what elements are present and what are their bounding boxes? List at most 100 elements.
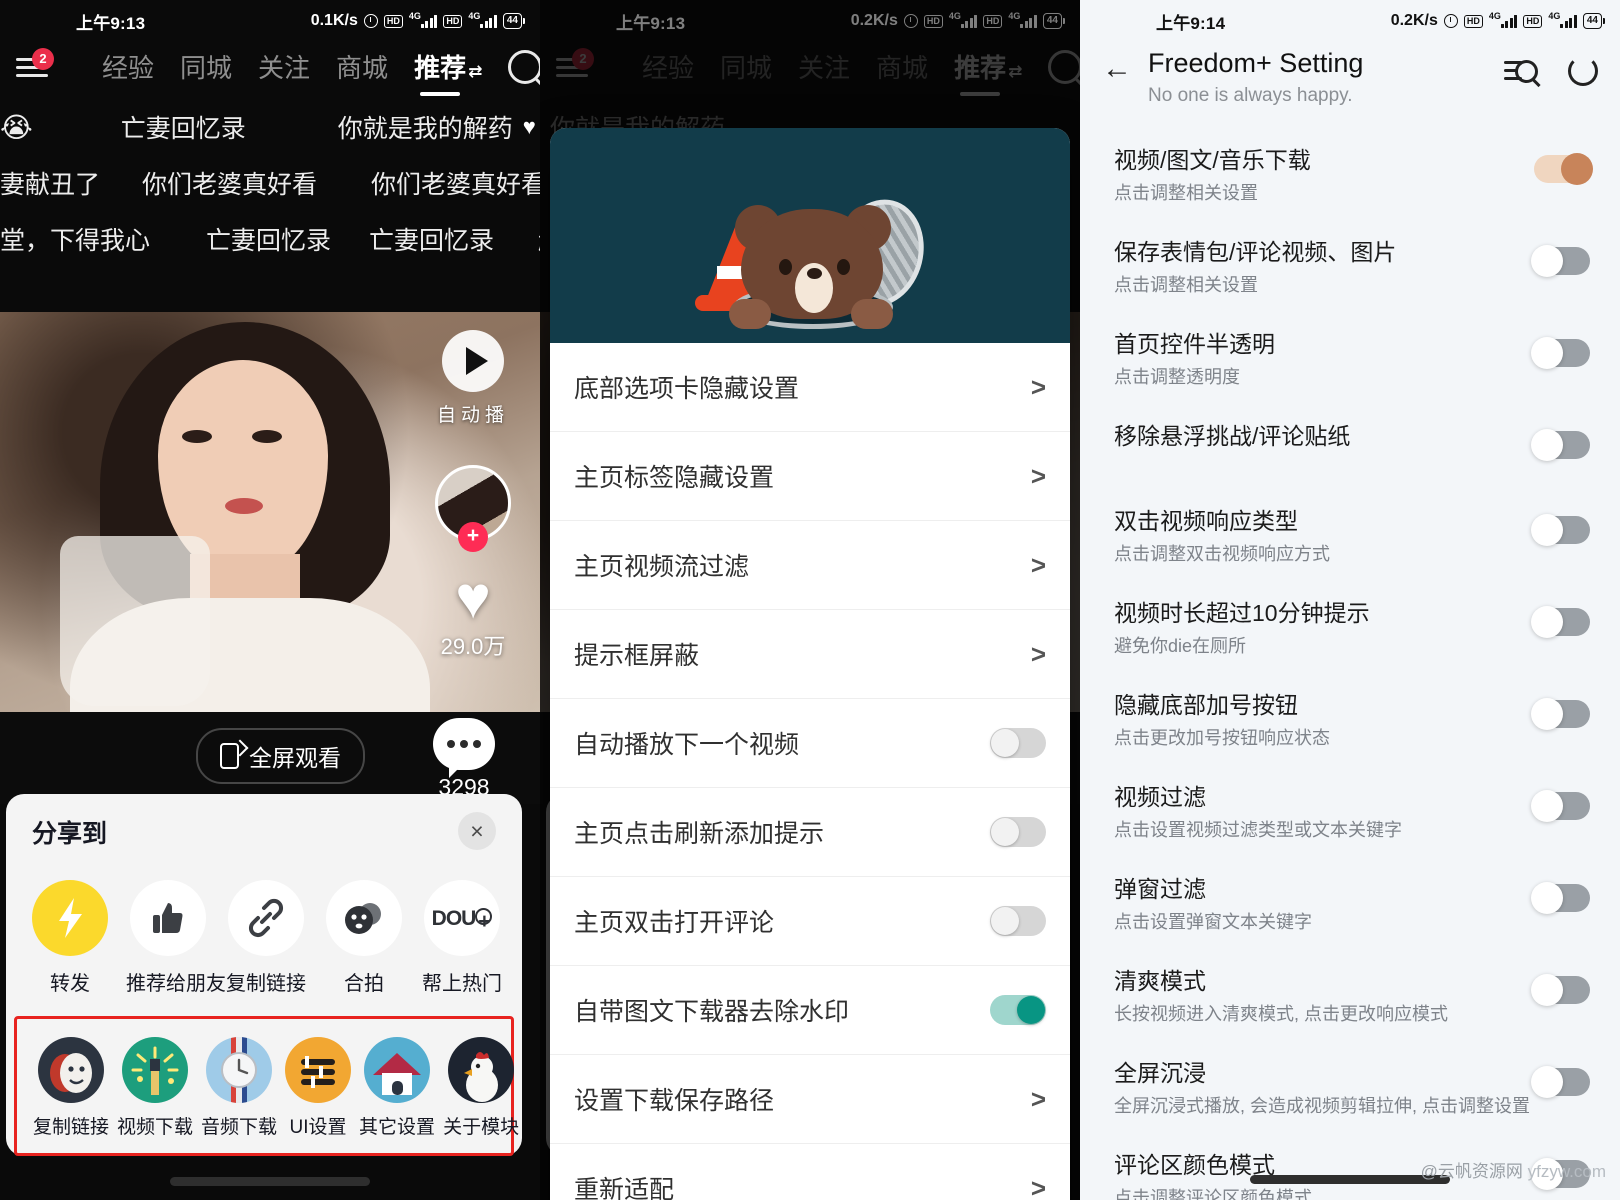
module-item-video-download[interactable]: 视频下载: [117, 1037, 193, 1139]
nav-tab-tongcheng[interactable]: 同城: [180, 48, 232, 85]
ticker-row: 妻献丑了 你们老婆真好看 你们老婆真好看🤩: [0, 155, 540, 211]
modal-row-readapt[interactable]: 重新适配 >: [550, 1144, 1070, 1200]
modal-row-label: 主页点击刷新添加提示: [574, 820, 825, 848]
menu-icon[interactable]: 2: [16, 47, 54, 80]
modal-row-feed-filter[interactable]: 主页视频流过滤 >: [550, 521, 1070, 610]
share-primary-row: 转发 推荐给朋友 复制链接 合拍 DOU + 帮上热门: [6, 850, 522, 1002]
play-icon[interactable]: [442, 330, 504, 392]
follow-plus-icon[interactable]: +: [458, 522, 488, 552]
share-sheet-title: 分享到: [32, 820, 108, 848]
ticker-text[interactable]: 你们老婆真好看: [142, 165, 317, 201]
setting-item-long-video-tip[interactable]: 视频时长超过10分钟提示 避免你die在厕所: [1080, 582, 1620, 674]
ticker-text[interactable]: 亡妻回忆录: [121, 109, 246, 145]
ticker-text[interactable]: 堂，下得我心: [0, 221, 150, 257]
modal-row-remove-watermark[interactable]: 自带图文下载器去除水印: [550, 966, 1070, 1055]
ticker-text[interactable]: 妻献丑了: [0, 165, 100, 201]
toggle-switch[interactable]: [1534, 153, 1593, 185]
comment-bubble-icon: [433, 718, 495, 778]
setting-item-home-translucent[interactable]: 首页控件半透明 点击调整透明度: [1080, 313, 1620, 405]
toggle-switch[interactable]: [1531, 606, 1590, 638]
ticker-text[interactable]: 亡妻回忆录: [206, 221, 331, 257]
toggle-switch[interactable]: [1531, 337, 1590, 369]
toggle-switch[interactable]: [990, 995, 1046, 1025]
refresh-icon[interactable]: [1568, 56, 1598, 86]
share-item-recommend[interactable]: 推荐给朋友: [126, 880, 226, 996]
toggle-switch[interactable]: [1531, 514, 1590, 546]
module-item-audio-download[interactable]: 音频下载: [201, 1037, 277, 1139]
ticker-text[interactable]: 你们老婆真好看🤩: [371, 165, 540, 201]
toggle-switch[interactable]: [1531, 698, 1590, 730]
nav-tab-tuijian[interactable]: 推荐⇄: [414, 48, 482, 96]
video-subject: [60, 322, 430, 712]
avatar[interactable]: +: [435, 465, 511, 552]
fullscreen-button[interactable]: 全屏观看: [196, 728, 365, 784]
status-bar-right: 上午9:14 0.2K/s HD 4G HD 4G 44: [1080, 0, 1620, 42]
module-item-other-settings[interactable]: 其它设置: [359, 1037, 435, 1139]
share-item-copy-link[interactable]: 复制链接: [224, 880, 308, 996]
toggle-switch[interactable]: [1531, 974, 1590, 1006]
modal-row-bottom-tabs[interactable]: 底部选项卡隐藏设置 >: [550, 343, 1070, 432]
search-icon[interactable]: [508, 49, 540, 84]
toggle-switch[interactable]: [990, 817, 1046, 847]
comment-button[interactable]: 3298: [416, 718, 512, 801]
toggle-switch[interactable]: [990, 728, 1046, 758]
setting-label: 视频/图文/音乐下载: [1114, 147, 1311, 173]
setting-item-save-emoji[interactable]: 保存表情包/评论视频、图片 点击调整相关设置: [1080, 221, 1620, 313]
setting-desc: 长按视频进入清爽模式, 点击更改响应模式: [1114, 1004, 1449, 1024]
back-arrow-icon[interactable]: ←: [1102, 46, 1142, 92]
toggle-switch[interactable]: [1531, 882, 1590, 914]
status-time: 上午9:14: [1156, 13, 1226, 33]
hd-icon-1: HD: [383, 14, 403, 28]
ticker-text[interactable]: 亡妻回忆录: [369, 221, 494, 257]
toggle-switch[interactable]: [1531, 245, 1590, 277]
like-heart-icon[interactable]: ♥: [420, 567, 526, 629]
video-bottom-bar: 全屏观看 3298: [0, 712, 540, 804]
toggle-switch[interactable]: [1531, 790, 1590, 822]
module-item-about[interactable]: 关于模块: [443, 1037, 519, 1139]
search-list-icon[interactable]: [1504, 57, 1538, 85]
setting-item-double-tap-type[interactable]: 双击视频响应类型 点击调整双击视频响应方式: [1080, 490, 1620, 582]
video-player[interactable]: 自动播 + ♥ 29.0万: [0, 312, 540, 712]
autoplay-label: 自动播: [436, 405, 509, 426]
setting-item-hide-plus-button[interactable]: 隐藏底部加号按钮 点击更改加号按钮响应状态: [1080, 674, 1620, 766]
status-indicators: 0.1K/s HD 4G HD 4G 44: [311, 11, 526, 30]
watermark-site: yfzyw.com: [1527, 1162, 1606, 1181]
module-item-ui-settings[interactable]: UI设置: [285, 1037, 352, 1139]
module-item-copy-link[interactable]: 复制链接: [33, 1037, 109, 1139]
setting-item-popup-filter[interactable]: 弹窗过滤 点击设置弹窗文本关键字: [1080, 858, 1620, 950]
setting-desc: 点击调整相关设置: [1114, 183, 1258, 203]
toggle-switch[interactable]: [990, 906, 1046, 936]
status-indicators: 0.2K/s HD 4G HD 4G 44: [1390, 11, 1606, 30]
share-item-dou-plus[interactable]: DOU + 帮上热门: [420, 880, 504, 996]
setting-item-video-filter[interactable]: 视频过滤 点击设置视频过滤类型或文本关键字: [1080, 766, 1620, 858]
modal-row-autoplay-next[interactable]: 自动播放下一个视频: [550, 699, 1070, 788]
modal-row-dialog-block[interactable]: 提示框屏蔽 >: [550, 610, 1070, 699]
share-item-forward[interactable]: 转发: [28, 880, 112, 996]
setting-item-remove-stickers[interactable]: 移除悬浮挑战/评论贴纸: [1080, 405, 1620, 490]
nav-tab-shangcheng[interactable]: 商城: [336, 48, 388, 85]
status-time: 上午9:13: [76, 13, 146, 33]
setting-item-clean-mode[interactable]: 清爽模式 长按视频进入清爽模式, 点击更改响应模式: [1080, 950, 1620, 1042]
fullscreen-label: 全屏观看: [249, 745, 341, 771]
rotate-phone-icon: [220, 743, 239, 769]
nav-tab-guanzhu[interactable]: 关注: [258, 48, 310, 85]
modal-row-home-tags[interactable]: 主页标签隐藏设置 >: [550, 432, 1070, 521]
left-phone-panel: 上午9:13 0.1K/s HD 4G HD 4G 44 2 团购 经验: [0, 0, 540, 1200]
modal-row-double-tap-comment[interactable]: 主页双击打开评论: [550, 877, 1070, 966]
network-type-1: 4G: [408, 11, 421, 21]
toggle-switch[interactable]: [1531, 1066, 1590, 1098]
ticker-text[interactable]: 你就是我的解药: [338, 109, 513, 145]
setting-item-media-download[interactable]: 视频/图文/音乐下载 点击调整相关设置: [1080, 129, 1620, 221]
setting-item-fullscreen-immersive[interactable]: 全屏沉浸 全屏沉浸式播放, 会造成视频剪辑拉伸, 点击调整设置: [1080, 1042, 1620, 1134]
share-item-duet[interactable]: 合拍: [322, 880, 406, 996]
close-icon[interactable]: ×: [458, 812, 496, 850]
modal-row-download-path[interactable]: 设置下载保存路径 >: [550, 1055, 1070, 1144]
like-count: 29.0万: [440, 634, 506, 659]
screenshot-stage: 上午9:13 0.1K/s HD 4G HD 4G 44 2 团购 经验: [0, 0, 1620, 1200]
toggle-switch[interactable]: [1531, 429, 1590, 461]
duet-icon: [326, 880, 402, 956]
network-speed: 0.2K/s: [1390, 12, 1438, 29]
nav-tab-jingyan[interactable]: 经验: [102, 48, 154, 85]
modal-row-refresh-tip[interactable]: 主页点击刷新添加提示: [550, 788, 1070, 877]
watch-icon: [206, 1037, 273, 1103]
